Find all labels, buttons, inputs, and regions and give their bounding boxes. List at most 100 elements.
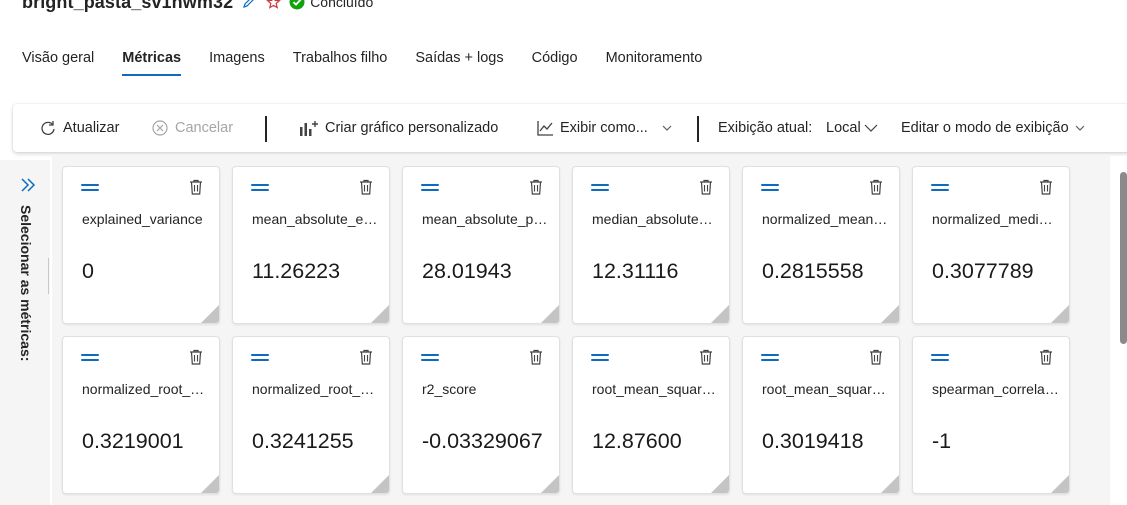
status-check-icon [289, 0, 305, 10]
metric-name: root_mean_squared_log_error [762, 381, 890, 397]
chevron-down-icon [1075, 125, 1085, 131]
metric-card[interactable]: spearman_correlation -1 [912, 336, 1070, 494]
cancel-button[interactable]: Cancelar [151, 104, 233, 152]
edit-pencil-icon[interactable] [241, 0, 257, 10]
select-metrics-label[interactable]: Selecionar as métricas: [18, 205, 34, 361]
resize-handle[interactable] [1051, 305, 1069, 323]
delete-trash-icon[interactable] [869, 349, 883, 365]
delete-trash-icon[interactable] [699, 179, 713, 195]
delete-trash-icon[interactable] [359, 349, 373, 365]
toolbar-divider [697, 116, 699, 142]
metric-card[interactable]: mean_absolute_error 11.26223 [232, 166, 390, 324]
refresh-label: Atualizar [63, 120, 120, 136]
cancel-circle-icon [152, 120, 168, 136]
resize-handle[interactable] [541, 305, 559, 323]
run-header: bright_pasta_sv1hwm32 Concluído [22, 0, 373, 14]
resize-handle[interactable] [201, 475, 219, 493]
metric-value: 0.3077789 [932, 259, 1034, 283]
metric-card[interactable]: explained_variance 0 [62, 166, 220, 324]
metric-card[interactable]: mean_absolute_percentage_error 28.01943 [402, 166, 560, 324]
metric-name: normalized_median_absolute_error [932, 211, 1060, 227]
delete-trash-icon[interactable] [869, 179, 883, 195]
double-chevron-right-icon[interactable] [20, 176, 38, 194]
drag-handle-icon[interactable] [761, 354, 779, 362]
resize-handle[interactable] [541, 475, 559, 493]
metric-value: 0.3241255 [252, 429, 354, 453]
metric-name: explained_variance [82, 211, 203, 227]
delete-trash-icon[interactable] [529, 179, 543, 195]
delete-trash-icon[interactable] [699, 349, 713, 365]
tab-outputs-logs[interactable]: Saídas + logs [415, 44, 503, 72]
metric-value: -0.03329067 [422, 429, 543, 453]
drag-handle-icon[interactable] [81, 184, 99, 192]
view-as-dropdown[interactable]: Exibir como... [536, 104, 678, 152]
cancel-label: Cancelar [175, 120, 234, 136]
metric-card[interactable]: normalized_root_mean_squared_log_error 0.… [232, 336, 390, 494]
tab-overview[interactable]: Visão geral [22, 44, 94, 72]
metric-name: mean_absolute_error [252, 211, 380, 227]
resize-handle[interactable] [371, 475, 389, 493]
delete-trash-icon[interactable] [359, 179, 373, 195]
current-view-label: Exibição atual: [718, 120, 813, 136]
delete-trash-icon[interactable] [1039, 179, 1053, 195]
metric-name: normalized_root_mean_squared_log_error [252, 381, 380, 397]
metric-value: 12.31116 [592, 259, 679, 283]
resize-handle[interactable] [371, 305, 389, 323]
drag-handle-icon[interactable] [421, 184, 439, 192]
metric-value: -1 [932, 429, 952, 453]
refresh-button[interactable]: Atualizar [39, 104, 119, 152]
delete-trash-icon[interactable] [189, 349, 203, 365]
status-label: Concluído [310, 0, 374, 10]
delete-trash-icon[interactable] [529, 349, 543, 365]
resize-handle[interactable] [1051, 475, 1069, 493]
create-custom-chart-button[interactable]: Criar gráfico personalizado [299, 104, 498, 152]
metric-value: 0.3219001 [82, 429, 184, 453]
toolbar-divider [265, 116, 267, 142]
edit-view-mode-label: Editar o modo de exibição [901, 120, 1069, 136]
resize-handle[interactable] [881, 475, 899, 493]
tab-bar: Visão geral Métricas Imagens Trabalhos f… [22, 44, 730, 76]
scrollbar-thumb[interactable] [1120, 172, 1127, 344]
delete-trash-icon[interactable] [189, 179, 203, 195]
metric-value: 28.01943 [422, 259, 512, 283]
metric-name: normalized_root_mean_squared_error [82, 381, 210, 397]
chevron-down-icon [864, 124, 878, 132]
drag-handle-icon[interactable] [81, 354, 99, 362]
tab-child-jobs[interactable]: Trabalhos filho [293, 44, 388, 72]
metric-card[interactable]: normalized_mean_absolute_error 0.2815558 [742, 166, 900, 324]
resize-handle[interactable] [711, 475, 729, 493]
drag-handle-icon[interactable] [761, 184, 779, 192]
favorite-star-icon[interactable] [265, 0, 281, 10]
delete-trash-icon[interactable] [1039, 349, 1053, 365]
metric-value: 0 [82, 259, 94, 283]
tab-images[interactable]: Imagens [209, 44, 265, 72]
tab-monitoring[interactable]: Monitoramento [606, 44, 703, 72]
metric-card[interactable]: root_mean_squared_log_error 0.3019418 [742, 336, 900, 494]
tab-metrics[interactable]: Métricas [122, 44, 181, 76]
metric-name: root_mean_squared_error [592, 381, 720, 397]
metric-card[interactable]: median_absolute_error 12.31116 [572, 166, 730, 324]
drag-handle-icon[interactable] [251, 354, 269, 362]
drag-handle-icon[interactable] [251, 184, 269, 192]
resize-handle[interactable] [201, 305, 219, 323]
metric-card[interactable]: normalized_median_absolute_error 0.307778… [912, 166, 1070, 324]
edit-view-mode-dropdown[interactable]: Editar o modo de exibição [901, 104, 1091, 152]
tab-code[interactable]: Código [532, 44, 578, 72]
resize-handle[interactable] [711, 305, 729, 323]
drag-handle-icon[interactable] [931, 354, 949, 362]
metric-name: mean_absolute_percentage_error [422, 211, 550, 227]
metric-card[interactable]: r2_score -0.03329067 [402, 336, 560, 494]
drag-handle-icon[interactable] [421, 354, 439, 362]
chevron-down-icon [662, 125, 672, 131]
metric-card[interactable]: root_mean_squared_error 12.87600 [572, 336, 730, 494]
metrics-toolbar: Atualizar Cancelar Criar gráfico persona… [13, 104, 1127, 152]
metric-value: 0.3019418 [762, 429, 864, 453]
drag-handle-icon[interactable] [591, 184, 609, 192]
drag-handle-icon[interactable] [591, 354, 609, 362]
current-view-dropdown[interactable]: Local [826, 104, 884, 152]
metric-card[interactable]: normalized_root_mean_squared_error 0.3219… [62, 336, 220, 494]
resize-handle[interactable] [881, 305, 899, 323]
metric-name: r2_score [422, 381, 477, 397]
metric-name: spearman_correlation [932, 381, 1060, 397]
drag-handle-icon[interactable] [931, 184, 949, 192]
